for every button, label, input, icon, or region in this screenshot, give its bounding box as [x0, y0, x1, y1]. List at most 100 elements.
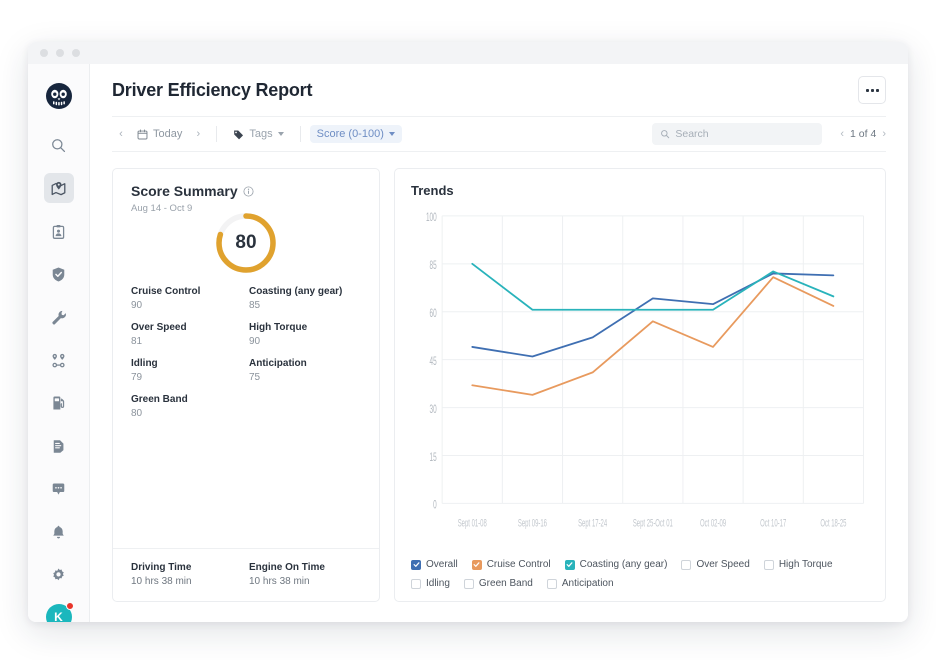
tags-filter-label: Tags	[249, 128, 272, 140]
metric-value: 80	[131, 408, 243, 419]
window-maximize-dot[interactable]	[72, 49, 80, 57]
score-summary-title: Score Summary	[131, 183, 238, 199]
sidebar-item-safety[interactable]	[44, 259, 74, 289]
sidebar-item-routes[interactable]	[44, 345, 74, 375]
legend-item[interactable]: Green Band	[464, 578, 533, 589]
sidebar-item-maintenance[interactable]	[44, 302, 74, 332]
window-titlebar	[28, 42, 908, 64]
sidebar-item-search[interactable]	[44, 130, 74, 160]
sidebar-item-drivers[interactable]	[44, 216, 74, 246]
main-area: Driver Efficiency Report ‹ Today	[90, 64, 908, 622]
metric-item: Cruise Control 90	[131, 286, 243, 311]
sidebar: K	[28, 64, 90, 622]
legend-label: Over Speed	[696, 559, 749, 570]
metric-label: Idling	[131, 358, 243, 369]
checkbox-icon[interactable]	[464, 579, 474, 589]
search-placeholder: Search	[675, 128, 708, 140]
footer-label: Engine On Time	[249, 562, 361, 573]
toolbar-divider	[300, 126, 301, 142]
fuel-pump-icon	[50, 395, 67, 412]
chart-series-line	[472, 264, 833, 310]
tag-icon	[233, 129, 244, 140]
checkbox-checked-icon[interactable]	[565, 560, 575, 570]
window-minimize-dot[interactable]	[56, 49, 64, 57]
metric-value: 75	[249, 372, 361, 383]
chevron-down-icon	[389, 132, 395, 136]
y-axis-tick-label: 30	[430, 403, 437, 415]
metric-label: Anticipation	[249, 358, 361, 369]
gear-icon	[50, 567, 67, 584]
score-gauge: 80	[213, 210, 279, 276]
legend-item[interactable]: Over Speed	[681, 559, 749, 570]
metric-label: Cruise Control	[131, 286, 243, 297]
footer-value: 10 hrs 38 min	[249, 576, 361, 587]
metric-value: 81	[131, 336, 243, 347]
sidebar-item-map[interactable]	[44, 173, 74, 203]
y-axis-tick-label: 0	[433, 499, 437, 511]
y-axis-tick-label: 100	[426, 211, 437, 223]
page-indicator: 1 of 4	[850, 128, 876, 140]
legend-item[interactable]: Anticipation	[547, 578, 614, 589]
app-window: K Driver Efficiency Report ‹	[28, 42, 908, 622]
checkbox-icon[interactable]	[681, 560, 691, 570]
date-filter-chip[interactable]: Today	[130, 125, 189, 143]
checkbox-checked-icon[interactable]	[411, 560, 421, 570]
trends-chart: 01530456085100Sept 01-08Sept 09-16Sept 1…	[411, 206, 869, 553]
metric-label: Over Speed	[131, 322, 243, 333]
metric-value: 90	[131, 300, 243, 311]
toolbar-divider	[216, 126, 217, 142]
legend-item[interactable]: Coasting (any gear)	[565, 559, 668, 570]
score-summary-header: Score Summary Aug 14 - Oct 9	[113, 169, 379, 216]
checkbox-icon[interactable]	[764, 560, 774, 570]
checkbox-checked-icon[interactable]	[472, 560, 482, 570]
bell-icon	[50, 524, 67, 541]
date-prev-button[interactable]: ‹	[112, 125, 130, 143]
date-next-button[interactable]: ›	[189, 125, 207, 143]
page-title: Driver Efficiency Report	[112, 80, 312, 101]
window-close-dot[interactable]	[40, 49, 48, 57]
more-options-button[interactable]	[858, 76, 886, 104]
page-next-button[interactable]: ›	[882, 128, 886, 140]
trends-title: Trends	[411, 183, 869, 198]
trends-legend: Overall Cruise Control Coasting (any gear)…	[411, 559, 869, 589]
more-dot	[866, 89, 869, 92]
sidebar-item-fuel[interactable]	[44, 388, 74, 418]
shield-check-icon	[50, 266, 67, 283]
page-prev-button[interactable]: ‹	[840, 128, 844, 140]
metric-item: Coasting (any gear) 85	[249, 286, 361, 311]
score-filter-label: Score (0-100)	[317, 128, 384, 140]
legend-item[interactable]: Idling	[411, 578, 450, 589]
legend-label: Cruise Control	[487, 559, 551, 570]
footer-value: 10 hrs 38 min	[131, 576, 243, 587]
chat-bubble-icon	[50, 481, 67, 498]
legend-item[interactable]: Overall	[411, 559, 458, 570]
legend-label: Overall	[426, 559, 458, 570]
avatar[interactable]: K	[46, 604, 72, 622]
y-axis-tick-label: 15	[430, 451, 437, 463]
legend-item[interactable]: Cruise Control	[472, 559, 551, 570]
owl-logo[interactable]	[45, 82, 73, 110]
tags-filter-chip[interactable]: Tags	[226, 125, 290, 143]
x-axis-tick-label: Oct 02-09	[700, 517, 726, 529]
trends-card: Trends 01530456085100Sept 01-08Sept 09-1…	[394, 168, 886, 602]
score-filter-chip[interactable]: Score (0-100)	[310, 125, 402, 143]
search-icon	[50, 137, 67, 154]
sidebar-item-reports[interactable]	[44, 431, 74, 461]
legend-label: Idling	[426, 578, 450, 589]
score-metrics-grid: Cruise Control 90 Coasting (any gear) 85…	[113, 276, 379, 548]
score-summary-footer: Driving Time 10 hrs 38 min Engine On Tim…	[113, 548, 379, 601]
pagination: ‹ 1 of 4 ›	[840, 128, 886, 140]
avatar-notification-badge	[66, 602, 74, 610]
sidebar-item-settings[interactable]	[44, 560, 74, 590]
content-area: Score Summary Aug 14 - Oct 9	[90, 152, 908, 622]
sidebar-item-messages[interactable]	[44, 474, 74, 504]
checkbox-icon[interactable]	[411, 579, 421, 589]
y-axis-tick-label: 60	[430, 307, 437, 319]
document-icon	[50, 438, 67, 455]
sidebar-item-alerts[interactable]	[44, 517, 74, 547]
metric-item: Idling 79	[131, 358, 243, 383]
checkbox-icon[interactable]	[547, 579, 557, 589]
search-input[interactable]: Search	[652, 123, 822, 145]
legend-item[interactable]: High Torque	[764, 559, 833, 570]
info-icon[interactable]	[243, 186, 254, 197]
